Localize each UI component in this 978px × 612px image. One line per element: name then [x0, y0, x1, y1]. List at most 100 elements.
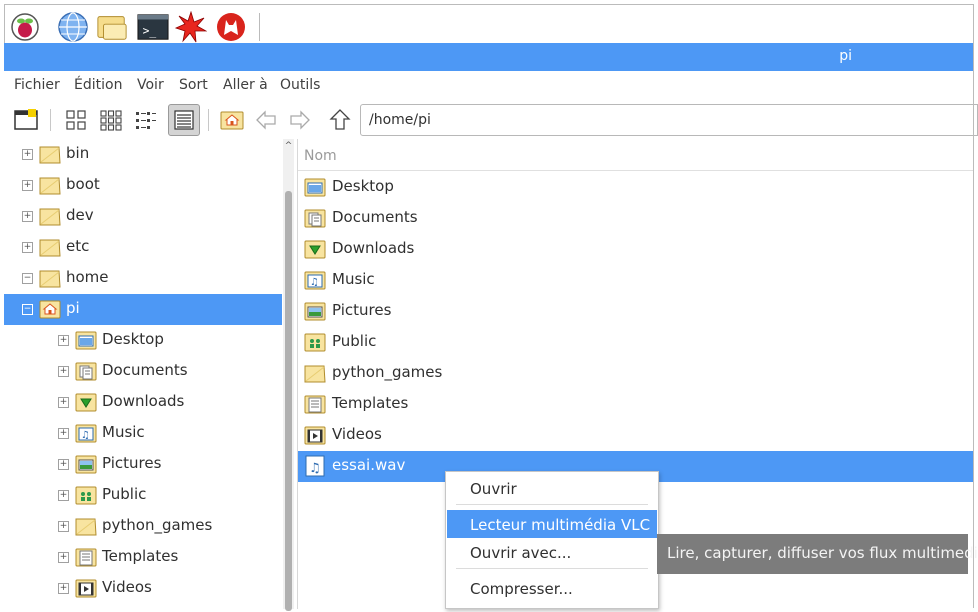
- tree-item-label: home: [66, 268, 109, 286]
- home-icon[interactable]: [218, 106, 246, 134]
- folder-icon: [39, 143, 61, 165]
- tree-item[interactable]: + dev: [4, 201, 282, 232]
- expand-icon[interactable]: +: [58, 583, 69, 594]
- file-row[interactable]: Desktop: [298, 172, 974, 203]
- expand-icon[interactable]: +: [22, 149, 33, 160]
- menu-item-ouvrir[interactable]: Ouvrir: [447, 474, 657, 502]
- window-titlebar[interactable]: pi: [4, 43, 974, 71]
- tree-item[interactable]: + etc: [4, 232, 282, 263]
- collapse-icon[interactable]: −: [22, 304, 33, 315]
- tree-item-label: Desktop: [102, 330, 164, 348]
- thumbnail-view-icon[interactable]: [97, 106, 125, 134]
- downloads-folder-icon: [304, 238, 326, 260]
- expand-icon[interactable]: +: [58, 366, 69, 377]
- folder-icon: [304, 362, 326, 384]
- tree-item[interactable]: + Pictures: [4, 449, 282, 480]
- toolbar: /home/pi: [4, 101, 978, 139]
- folder-icon: [39, 267, 61, 289]
- tree-item[interactable]: + Public: [4, 480, 282, 511]
- expand-icon[interactable]: +: [58, 428, 69, 439]
- menu-separator: [456, 504, 648, 505]
- forward-arrow-icon[interactable]: [286, 106, 314, 134]
- directory-tree: + bin + boot + dev + etc − home − pi + Desktop + Docume…: [4, 139, 282, 609]
- templates-folder-icon: [75, 546, 97, 568]
- raspberry-menu-icon[interactable]: [9, 11, 41, 43]
- tree-item-label: bin: [66, 144, 90, 162]
- file-row[interactable]: Downloads: [298, 234, 974, 265]
- videos-folder-icon: [304, 424, 326, 446]
- expand-icon[interactable]: +: [58, 335, 69, 346]
- tree-item[interactable]: + Downloads: [4, 387, 282, 418]
- tree-item-label: Public: [102, 485, 147, 503]
- new-window-icon[interactable]: [12, 106, 40, 134]
- file-label: Music: [332, 270, 375, 288]
- file-row[interactable]: Pictures: [298, 296, 974, 327]
- menu-item-vlc[interactable]: Lecteur multimédia VLC: [447, 510, 657, 538]
- mathematica-icon[interactable]: [175, 11, 207, 43]
- menu-item-compresser[interactable]: Compresser...: [447, 574, 657, 602]
- column-header-label: Nom: [304, 148, 337, 164]
- tree-item[interactable]: + python_games: [4, 511, 282, 542]
- pictures-folder-icon: [304, 300, 326, 322]
- expand-icon[interactable]: +: [22, 211, 33, 222]
- tree-item[interactable]: + Videos: [4, 573, 282, 604]
- expand-icon[interactable]: +: [58, 521, 69, 532]
- menu-voir[interactable]: Voir: [137, 77, 164, 93]
- expand-icon[interactable]: +: [22, 242, 33, 253]
- expand-icon[interactable]: +: [22, 180, 33, 191]
- menu-separator: [456, 568, 648, 569]
- tree-item[interactable]: + Desktop: [4, 325, 282, 356]
- back-arrow-icon[interactable]: [252, 106, 280, 134]
- tree-item[interactable]: + bin: [4, 139, 282, 170]
- menu-bar: Fichier Édition Voir Sort Aller à Outils: [4, 71, 974, 101]
- wolfram-icon[interactable]: [215, 11, 247, 43]
- desktop-folder-icon: [304, 176, 326, 198]
- file-label: Pictures: [332, 301, 392, 319]
- tree-item-label: boot: [66, 175, 100, 193]
- expand-icon[interactable]: +: [58, 490, 69, 501]
- tree-item[interactable]: − pi: [4, 294, 282, 325]
- documents-folder-icon: [304, 207, 326, 229]
- tree-item[interactable]: − home: [4, 263, 282, 294]
- expand-icon[interactable]: +: [58, 397, 69, 408]
- tree-scrollbar[interactable]: ^: [283, 139, 294, 611]
- toolbar-separator: [50, 109, 51, 131]
- file-row[interactable]: Videos: [298, 420, 974, 451]
- folder-icon: [75, 515, 97, 537]
- column-header-name[interactable]: Nom: [298, 143, 974, 171]
- web-browser-icon[interactable]: [57, 11, 89, 43]
- file-label: python_games: [332, 363, 443, 381]
- tree-item-label: etc: [66, 237, 90, 255]
- menu-item-ouvrir-avec[interactable]: Ouvrir avec...: [447, 538, 657, 566]
- menu-sort[interactable]: Sort: [179, 77, 208, 93]
- icon-view-icon[interactable]: [62, 106, 90, 134]
- scroll-thumb[interactable]: [285, 191, 292, 611]
- documents-folder-icon: [75, 360, 97, 382]
- up-arrow-icon[interactable]: [326, 106, 354, 134]
- menu-edition[interactable]: Édition: [74, 77, 122, 93]
- videos-folder-icon: [75, 577, 97, 599]
- file-manager-icon[interactable]: [96, 11, 128, 43]
- tree-item[interactable]: + boot: [4, 170, 282, 201]
- file-row[interactable]: Templates: [298, 389, 974, 420]
- menu-fichier[interactable]: Fichier: [14, 77, 60, 93]
- file-row[interactable]: ♫ Music: [298, 265, 974, 296]
- collapse-icon[interactable]: −: [22, 273, 33, 284]
- expand-icon[interactable]: +: [58, 552, 69, 563]
- path-input[interactable]: /home/pi: [360, 104, 978, 136]
- tree-item[interactable]: + Templates: [4, 542, 282, 573]
- file-row[interactable]: Public: [298, 327, 974, 358]
- expand-icon[interactable]: +: [58, 459, 69, 470]
- scroll-up-arrow-icon[interactable]: ^: [283, 141, 294, 151]
- context-menu: Ouvrir Lecteur multimédia VLC Ouvrir ave…: [445, 471, 659, 609]
- detailed-list-view-icon[interactable]: [168, 104, 200, 136]
- menu-outils[interactable]: Outils: [280, 77, 320, 93]
- tree-item[interactable]: + ♫ Music: [4, 418, 282, 449]
- file-row[interactable]: Documents: [298, 203, 974, 234]
- terminal-icon[interactable]: >_: [137, 11, 169, 43]
- compact-view-icon[interactable]: [132, 106, 160, 134]
- svg-text:♫: ♫: [309, 461, 321, 476]
- file-row[interactable]: python_games: [298, 358, 974, 389]
- menu-aller-a[interactable]: Aller à: [223, 77, 268, 93]
- tree-item[interactable]: + Documents: [4, 356, 282, 387]
